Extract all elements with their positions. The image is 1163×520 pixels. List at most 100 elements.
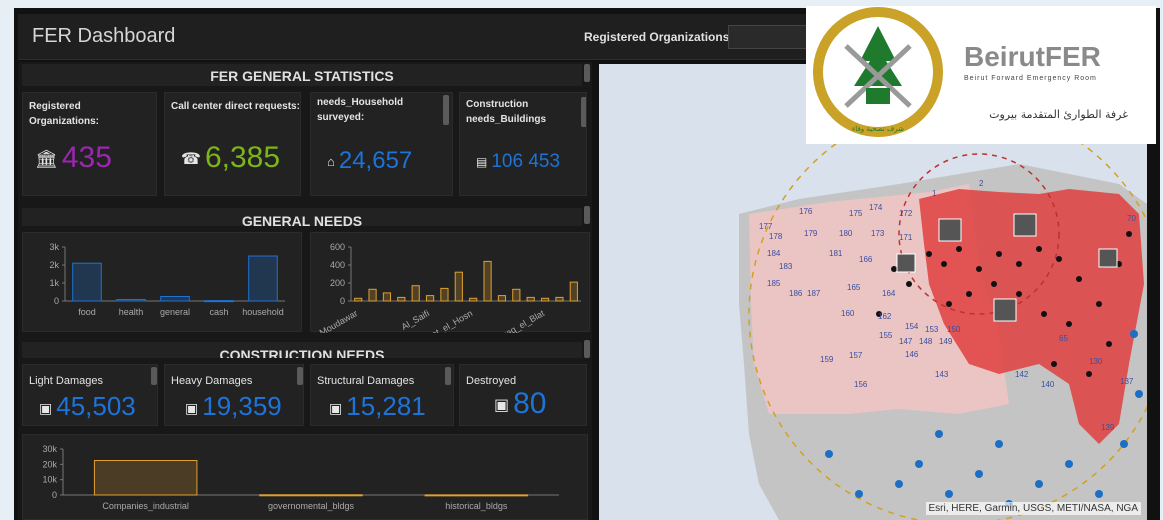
- bar[interactable]: [160, 296, 190, 302]
- stat-card-construction-buildings: Construction needs_Buildings ▤ 106 453: [459, 92, 587, 196]
- construction-label: Structural Damages: [317, 375, 415, 387]
- card-scrollbar[interactable]: [445, 367, 451, 385]
- card-scrollbar[interactable]: [581, 97, 586, 127]
- bar[interactable]: [382, 292, 392, 302]
- zone-label: 164: [882, 289, 896, 298]
- bar[interactable]: [248, 255, 278, 302]
- y-tick-label: 10k: [42, 475, 57, 485]
- bar[interactable]: [397, 296, 406, 302]
- x-tick-label: health: [119, 307, 144, 317]
- y-tick-label: 20k: [42, 459, 57, 469]
- stat-card-registered-organizations: Registered Organizations: 🏛 435: [22, 92, 157, 196]
- section-title-construction-needs: CONSTRUCTION NEEDS: [22, 342, 582, 358]
- zone-label: 166: [859, 255, 873, 264]
- card-scrollbar[interactable]: [297, 367, 303, 385]
- registered-organizations-select[interactable]: [728, 25, 818, 49]
- y-tick-label: 0: [52, 490, 57, 500]
- seal-motto: شرف تضحية وفاء: [852, 125, 904, 133]
- x-tick-label: _Moudawar: [313, 308, 360, 333]
- y-tick-label: 200: [330, 278, 345, 288]
- zone-label: 142: [1015, 370, 1029, 379]
- bar[interactable]: [204, 300, 234, 303]
- stat-label: needs_Household surveyed:: [317, 97, 404, 123]
- bar[interactable]: [497, 295, 507, 302]
- section-scrollbar[interactable]: [584, 64, 590, 82]
- construction-number: 19,359: [202, 391, 282, 421]
- zone-label: 137: [1120, 377, 1134, 386]
- construction-card-light-damages: Light Damages ▣ 45,503: [22, 364, 158, 426]
- zone-label: 70: [1127, 214, 1136, 223]
- zone-label: 130: [1089, 357, 1103, 366]
- bar[interactable]: [116, 299, 146, 302]
- registered-organizations-label: Registered Organizations:: [584, 30, 734, 44]
- bar[interactable]: [555, 296, 564, 302]
- construction-number: 45,503: [56, 391, 136, 421]
- y-tick-label: 600: [330, 242, 345, 252]
- bookmark-icon: ▣: [494, 397, 510, 415]
- construction-number: 15,281: [346, 391, 426, 421]
- stat-label: Call center direct requests:: [171, 101, 300, 112]
- zone-label: 184: [767, 249, 781, 258]
- bar[interactable]: [259, 494, 363, 497]
- stat-value: ☎ 6,385: [181, 141, 280, 175]
- bar[interactable]: [454, 271, 463, 302]
- army-seal-icon: [813, 7, 943, 137]
- zone-label: 150: [947, 325, 961, 334]
- zone-label: 143: [935, 370, 949, 379]
- zone-label: 159: [820, 355, 834, 364]
- zone-label: 187: [807, 289, 821, 298]
- general-needs-bar-chart: 3k 2k 1k 0 food health general cash household: [49, 242, 285, 317]
- bar[interactable]: [440, 287, 449, 302]
- section-scrollbar[interactable]: [584, 340, 590, 358]
- stat-value: ▤ 106 453: [476, 151, 560, 173]
- logo-arabic-text: غرفة الطوارئ المتقدمة بيروت: [989, 108, 1128, 121]
- bar[interactable]: [72, 262, 102, 302]
- zone-label: 65: [1059, 334, 1068, 343]
- institution-icon: 🏛: [35, 148, 58, 169]
- zone-label: 2: [979, 179, 984, 188]
- stat-label: Registered Organizations:: [29, 101, 100, 127]
- stat-card-call-center: Call center direct requests: ☎ 6,385: [164, 92, 301, 196]
- bar[interactable]: [469, 297, 478, 302]
- bar[interactable]: [512, 288, 521, 302]
- stat-number: 24,657: [338, 147, 413, 174]
- logo-tagline: Beirut Forward Emergency Room: [964, 75, 1097, 82]
- construction-value: ▣ 80: [494, 387, 547, 421]
- card-scrollbar[interactable]: [443, 95, 449, 125]
- y-tick-label: 2k: [49, 260, 59, 270]
- bar[interactable]: [540, 297, 550, 302]
- zone-label: 175: [849, 209, 863, 218]
- map-attribution: Esri, HERE, Garmin, USGS, METI/NASA, NGA: [925, 502, 1141, 515]
- bar[interactable]: [425, 295, 435, 302]
- construction-label: Heavy Damages: [171, 375, 253, 387]
- page-title: FER Dashboard: [32, 25, 176, 47]
- phone-icon: ☎: [181, 151, 201, 169]
- bar[interactable]: [411, 285, 420, 302]
- construction-needs-chart: 30k 20k 10k 0 Companies_industrial governomen…: [22, 434, 588, 520]
- card-scrollbar[interactable]: [151, 367, 157, 385]
- bar[interactable]: [354, 297, 363, 302]
- bar[interactable]: [424, 494, 529, 497]
- bar[interactable]: [569, 281, 578, 302]
- y-tick-label: 3k: [49, 242, 59, 252]
- zone-label: 160: [841, 309, 855, 318]
- construction-needs-bar-chart: 30k 20k 10k 0 Companies_industrial governomen…: [42, 444, 559, 511]
- bar[interactable]: [526, 296, 535, 302]
- y-tick-label: 30k: [42, 444, 57, 454]
- x-tick-label: Companies_industrial: [102, 501, 189, 511]
- general-needs-chart: 3k 2k 1k 0 food health general cash household: [22, 232, 302, 332]
- bar[interactable]: [368, 288, 377, 302]
- x-tick-label: historical_bldgs: [445, 501, 508, 511]
- y-tick-label: 400: [330, 260, 345, 270]
- bar[interactable]: [93, 460, 198, 496]
- zone-label: 148: [919, 337, 933, 346]
- zone-label: 177: [759, 222, 773, 231]
- x-tick-label: Al_Saifi: [400, 308, 431, 332]
- home-icon: ⌂: [327, 154, 335, 170]
- bookmark-icon: ▣: [185, 399, 199, 416]
- zone-label: 139: [1101, 423, 1115, 432]
- section-scrollbar[interactable]: [584, 206, 590, 224]
- neighborhood-needs-chart: 600 400 200 0 _Moudawar Al_Saifi Minet_el_Hosn…: [310, 232, 590, 333]
- y-tick-label: 0: [340, 296, 345, 306]
- bar[interactable]: [483, 260, 492, 302]
